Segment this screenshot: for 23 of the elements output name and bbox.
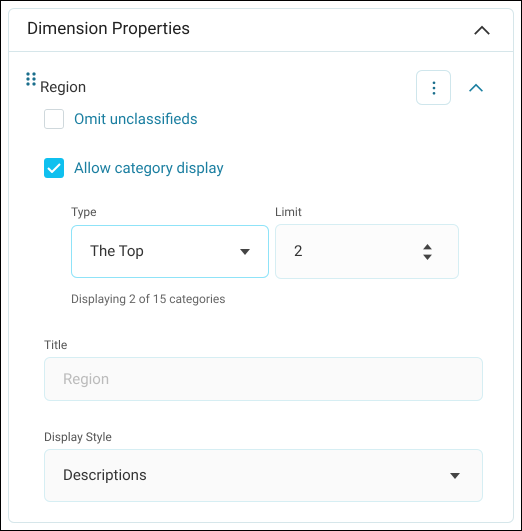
checkbox-label: Omit unclassifieds — [74, 109, 198, 130]
chevron-icon — [468, 82, 484, 92]
dropdown-arrow-icon — [450, 472, 460, 478]
field-label: Title — [44, 337, 68, 354]
title-input-field[interactable]: Region — [44, 357, 483, 401]
display-style-select[interactable]: Descriptions — [44, 449, 483, 502]
checkbox[interactable] — [44, 109, 64, 130]
panel-title: Dimension Properties — [27, 18, 190, 42]
field-label: Display Style — [44, 429, 113, 446]
dropdown-arrow-icon — [240, 248, 250, 254]
dimension-name: Region — [40, 77, 86, 98]
checkmark-icon — [47, 162, 61, 173]
spinner-arrows-icon[interactable] — [423, 244, 432, 260]
type-select[interactable]: The Top — [71, 225, 269, 278]
field-label: Limit — [275, 204, 303, 221]
checkbox-label: Allow category display — [74, 158, 224, 178]
helper-text: Displaying 2 of 15 categories — [70, 291, 226, 308]
field-label: Type — [71, 204, 98, 221]
limit-number-field[interactable]: 2 — [275, 224, 459, 279]
drag-handle-icon[interactable] — [26, 72, 36, 86]
checkbox[interactable] — [44, 158, 64, 178]
kebab-menu-icon — [432, 80, 436, 94]
chevron-icon — [473, 24, 491, 36]
